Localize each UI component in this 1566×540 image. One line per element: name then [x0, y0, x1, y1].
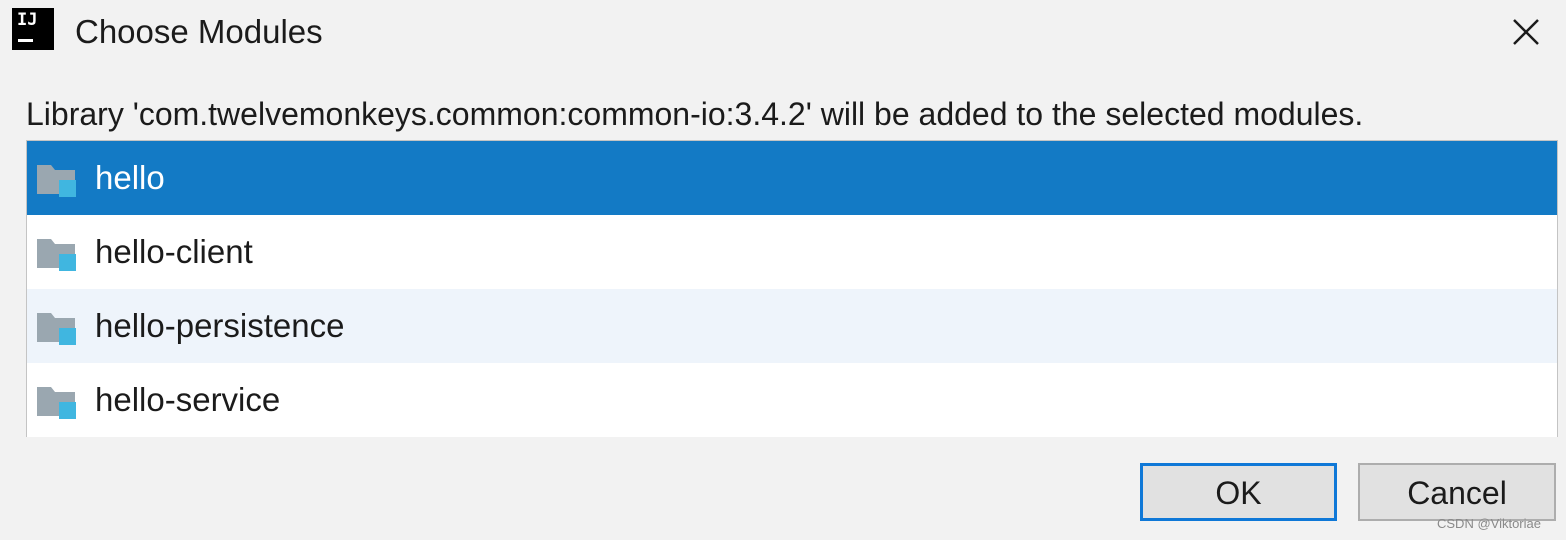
- title-bar: IJ Choose Modules: [0, 0, 1566, 64]
- close-icon: [1513, 19, 1539, 45]
- module-label: hello-service: [95, 381, 281, 418]
- watermark: CSDN @Viktoriae: [1437, 516, 1541, 531]
- module-list[interactable]: hello hello-client hello-persistence hel…: [26, 140, 1558, 437]
- app-icon-text: IJ: [17, 10, 38, 30]
- choose-modules-dialog: IJ Choose Modules Library 'com.twelvemon…: [0, 0, 1566, 540]
- module-folder-icon: [37, 387, 76, 419]
- module-row-hello[interactable]: hello: [27, 141, 1557, 215]
- module-folder-icon: [37, 239, 76, 271]
- intellij-app-icon: IJ: [12, 8, 54, 50]
- close-button[interactable]: [1500, 6, 1552, 58]
- module-folder-icon: [37, 165, 76, 197]
- module-label: hello-client: [95, 233, 253, 270]
- app-icon-underline: [18, 39, 33, 42]
- cancel-button[interactable]: Cancel: [1358, 463, 1556, 521]
- window-title: Choose Modules: [75, 13, 323, 50]
- module-row-hello-service[interactable]: hello-service: [27, 363, 1557, 437]
- module-label: hello-persistence: [95, 307, 345, 344]
- library-message: Library 'com.twelvemonkeys.common:common…: [26, 96, 1364, 132]
- module-label: hello: [95, 159, 165, 196]
- ok-button[interactable]: OK: [1140, 463, 1337, 521]
- module-row-hello-persistence[interactable]: hello-persistence: [27, 289, 1557, 363]
- module-row-hello-client[interactable]: hello-client: [27, 215, 1557, 289]
- module-folder-icon: [37, 313, 76, 345]
